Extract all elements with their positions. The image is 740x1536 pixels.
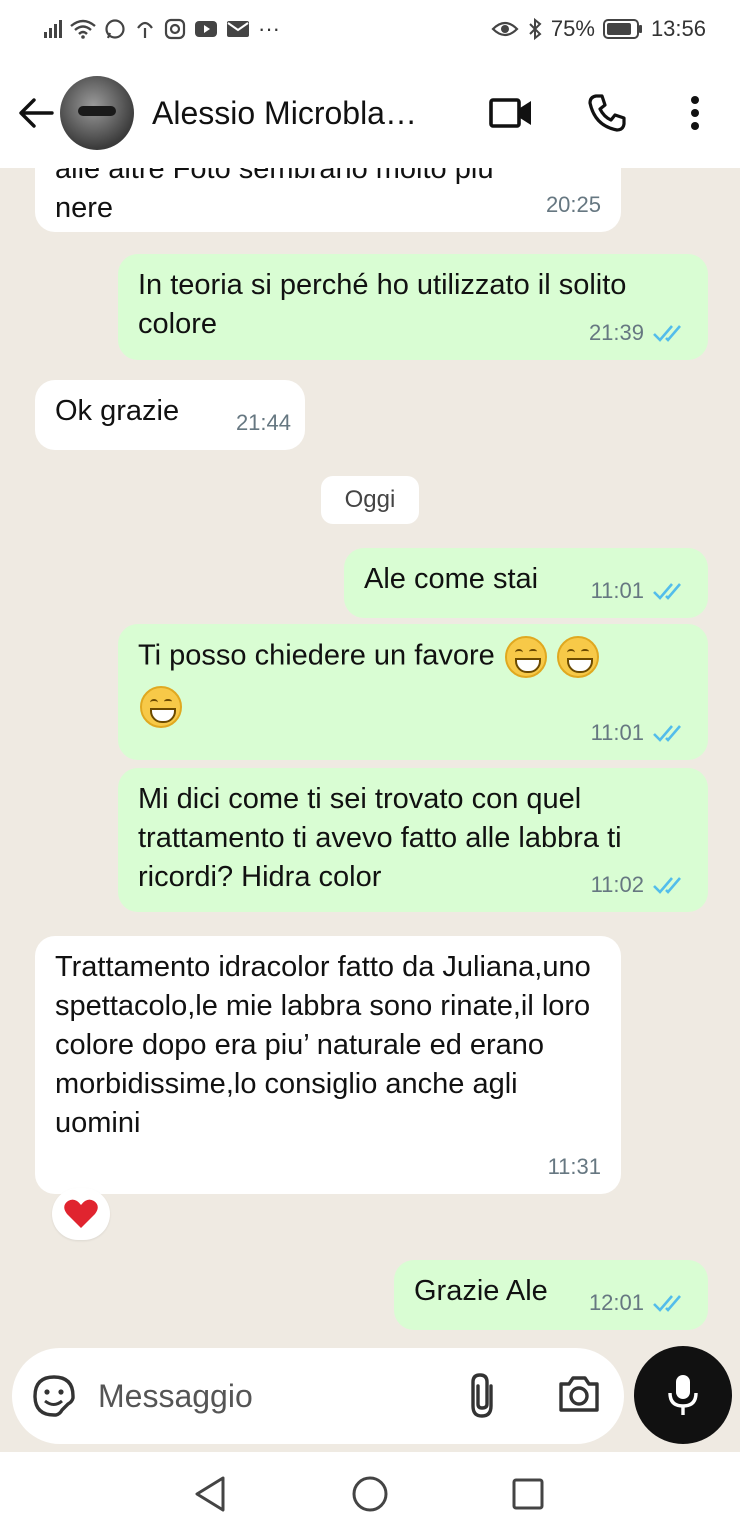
phone-icon bbox=[588, 94, 626, 132]
system-navigation-bar bbox=[0, 1452, 740, 1536]
back-button[interactable] bbox=[8, 85, 64, 141]
sticker-icon bbox=[33, 1375, 75, 1417]
red-heart-icon bbox=[64, 1199, 98, 1228]
signal-icon bbox=[44, 20, 62, 38]
message-time: 21:39 bbox=[589, 313, 688, 352]
message-time: 11:31 bbox=[547, 1154, 601, 1179]
message-outgoing[interactable]: Ti posso chiedere un favore 11:01 bbox=[118, 624, 708, 760]
circle-home-icon bbox=[352, 1476, 388, 1512]
message-time: 11:01 bbox=[591, 571, 688, 610]
message-outgoing[interactable]: Ale come stai 11:01 bbox=[344, 548, 708, 618]
youtube-icon bbox=[195, 21, 217, 37]
voice-message-button[interactable] bbox=[634, 1346, 732, 1444]
menu-button[interactable] bbox=[668, 86, 722, 140]
square-recents-icon bbox=[512, 1478, 544, 1510]
mail-icon bbox=[227, 21, 249, 37]
message-text: Mi dici come ti sei trovato con quel tra… bbox=[138, 783, 622, 893]
clock-time: 13:56 bbox=[650, 16, 706, 41]
message-input[interactable] bbox=[98, 1370, 458, 1422]
back-arrow-icon bbox=[19, 98, 54, 128]
eye-icon bbox=[491, 21, 519, 37]
message-incoming[interactable]: Ok grazie 21:44 bbox=[35, 380, 305, 450]
double-check-icon bbox=[653, 876, 681, 894]
status-bar: ··· 75% 13:56 bbox=[0, 0, 740, 58]
triangle-back-icon bbox=[195, 1476, 225, 1512]
message-outgoing[interactable]: In teoria si perché ho utilizzato il sol… bbox=[118, 254, 708, 360]
message-time: 11:02 bbox=[591, 865, 688, 904]
vertical-dots-icon bbox=[691, 96, 699, 130]
nav-recents-button[interactable] bbox=[508, 1474, 548, 1514]
status-icons-right: 75% 13:56 bbox=[491, 16, 706, 42]
voice-call-button[interactable] bbox=[580, 86, 634, 140]
battery-percent: 75% bbox=[550, 16, 595, 41]
attach-button[interactable] bbox=[467, 1372, 497, 1425]
nav-home-button[interactable] bbox=[350, 1474, 390, 1514]
message-reaction[interactable] bbox=[52, 1188, 110, 1240]
video-camera-icon bbox=[489, 98, 531, 128]
hotspot-icon bbox=[137, 21, 153, 38]
message-time: 21:44 bbox=[235, 410, 291, 435]
message-outgoing[interactable]: Mi dici come ti sei trovato con quel tra… bbox=[118, 768, 708, 912]
camera-icon bbox=[559, 1376, 599, 1412]
double-check-icon bbox=[653, 324, 681, 342]
double-check-icon bbox=[653, 724, 681, 742]
bluetooth-icon bbox=[529, 17, 542, 41]
whatsapp-notification-icon bbox=[105, 19, 125, 39]
instagram-icon bbox=[164, 18, 186, 40]
message-text: In teoria si perché ho utilizzato il sol… bbox=[138, 269, 627, 340]
more-notifications-indicator: ··· bbox=[258, 16, 280, 41]
message-text: nere bbox=[55, 192, 114, 224]
double-check-icon bbox=[653, 1294, 681, 1312]
contact-avatar[interactable] bbox=[60, 76, 134, 150]
nav-back-button[interactable] bbox=[190, 1474, 230, 1514]
grinning-face-emoji bbox=[504, 636, 547, 678]
double-check-icon bbox=[653, 582, 681, 600]
message-text: Trattamento idracolor fatto da Juliana,u… bbox=[55, 951, 591, 1139]
wifi-icon bbox=[70, 19, 96, 39]
message-text-clipped: alle altre Foto sembrano molto più bbox=[55, 168, 494, 185]
chat-header: Alessio Microbla… bbox=[0, 58, 740, 168]
grinning-face-emoji bbox=[556, 636, 599, 678]
message-incoming[interactable]: alle altre Foto sembrano molto più nere … bbox=[35, 168, 621, 232]
contact-name[interactable]: Alessio Microbla… bbox=[152, 95, 452, 132]
grinning-face-emoji bbox=[140, 686, 182, 728]
message-text: Ti posso chiedere un favore bbox=[138, 639, 495, 672]
message-time: 20:25 bbox=[545, 192, 601, 217]
video-call-button[interactable] bbox=[484, 86, 538, 140]
message-outgoing[interactable]: Grazie Ale 12:01 bbox=[394, 1260, 708, 1330]
message-incoming[interactable]: Trattamento idracolor fatto da Juliana,u… bbox=[35, 936, 621, 1194]
paperclip-icon bbox=[471, 1373, 493, 1418]
date-separator: Oggi bbox=[321, 476, 419, 524]
battery-icon bbox=[602, 19, 642, 39]
status-icons-left: ··· bbox=[44, 16, 280, 42]
message-time: 11:01 bbox=[591, 713, 688, 752]
microphone-icon bbox=[668, 1375, 698, 1415]
camera-button[interactable] bbox=[557, 1374, 601, 1419]
message-composer bbox=[12, 1348, 624, 1444]
message-time: 12:01 bbox=[589, 1283, 688, 1322]
sticker-button[interactable] bbox=[32, 1374, 76, 1423]
message-list[interactable]: alle altre Foto sembrano molto più nere … bbox=[0, 168, 740, 1336]
